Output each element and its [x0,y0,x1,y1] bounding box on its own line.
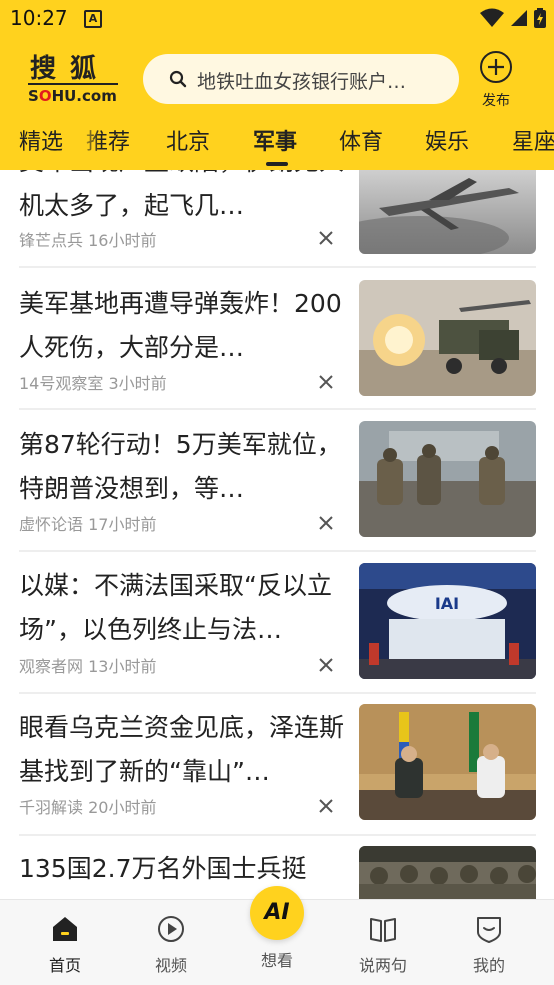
news-title[interactable]: 135国2.7万名外国士兵挺 [19,847,349,891]
news-time: 16小时前 [88,231,157,250]
news-time: 13小时前 [88,657,157,676]
nav-video[interactable]: 视频 [131,914,211,976]
tab-fade [76,118,100,168]
close-icon[interactable] [318,798,334,814]
news-source: 14号观察室 [19,374,104,393]
tab-featured[interactable]: 精选 [19,124,63,156]
news-meta: 锋芒点兵 16小时前 [19,227,156,251]
news-source: 观察者网 [19,657,84,676]
ai-button[interactable]: AI [250,886,304,940]
nav-want-label[interactable]: 想看 [237,947,317,971]
news-title[interactable]: 以媒：不满法国采取“反以立场”，以色列终止与法… [19,564,344,652]
search-icon [169,70,187,88]
ai-icon: AI [264,900,290,925]
shield-icon [477,917,501,943]
close-icon[interactable] [318,657,334,673]
news-source: 虚怀论语 [19,515,84,534]
news-time: 3小时前 [108,374,167,393]
news-item[interactable]: 第87轮行动！5万美军就位，特朗普没想到，等… 虚怀论语 17小时前 [0,410,554,550]
app-header: 10:27 A 搜狐 SOHU.com 地铁吐血女孩银行账户… 发布 精选 推荐… [0,0,554,170]
tab-horoscope[interactable]: 星座 [512,124,554,156]
news-source: 锋芒点兵 [19,231,84,250]
nav-label: 我的 [472,956,505,975]
status-time: 10:27 [10,6,68,30]
news-source: 千羽解读 [19,798,84,817]
close-icon[interactable] [318,230,334,246]
search-placeholder: 地铁吐血女孩银行账户… [197,71,407,93]
tab-sports[interactable]: 体育 [339,124,383,156]
nav-profile[interactable]: 我的 [449,914,529,976]
book-icon [370,918,396,942]
search-bar[interactable]: 地铁吐血女孩银行账户… [143,54,459,104]
signal-icon [511,10,527,26]
news-thumbnail[interactable] [359,846,536,900]
news-thumbnail[interactable] [359,280,536,396]
publish-button[interactable]: 发布 [476,50,516,110]
status-bar: 10:27 A [0,0,554,36]
news-thumbnail[interactable]: IAI [359,563,536,679]
close-icon[interactable] [318,515,334,531]
sohu-logo[interactable]: 搜狐 SOHU.com [28,55,118,105]
status-icons [480,8,546,28]
nav-label: 首页 [48,956,81,975]
battery-icon [534,8,546,28]
play-icon [158,916,184,942]
news-meta: 观察者网 13小时前 [19,653,156,677]
news-thumbnail[interactable] [359,704,536,820]
nav-label: 视频 [154,956,187,975]
logo-text-cn: 搜狐 [28,55,118,85]
news-meta: 14号观察室 3小时前 [19,370,167,394]
news-title[interactable]: 眼看乌克兰资金见底，泽连斯基找到了新的“靠山”… [19,706,344,794]
wifi-icon [480,8,504,27]
tab-military[interactable]: 军事 [253,124,297,156]
active-tab-indicator [266,162,288,166]
news-meta: 千羽解读 20小时前 [19,794,156,818]
news-item[interactable]: 美军基地再遭导弹轰炸！200人死伤，大部分是… 14号观察室 3小时前 [0,268,554,408]
news-item[interactable]: 眼看乌克兰资金见底，泽连斯基找到了新的“靠山”… 千羽解读 20小时前 [0,694,554,834]
news-meta: 虚怀论语 17小时前 [19,511,156,535]
nav-comment[interactable]: 说两句 [343,914,423,976]
plus-circle-icon [480,51,512,83]
nav-label: 说两句 [358,956,407,975]
notification-icon: A [84,10,102,28]
news-title[interactable]: 美军基地再遭导弹轰炸！200人死伤，大部分是… [19,282,344,370]
channel-tabs[interactable]: 精选 推荐 北京 军事 体育 娱乐 星座 [0,118,554,168]
news-time: 20小时前 [88,798,157,817]
close-icon[interactable] [318,374,334,390]
tab-beijing[interactable]: 北京 [166,124,210,156]
home-icon [53,917,77,941]
publish-label: 发布 [482,93,510,109]
news-item[interactable]: 以媒：不满法国采取“反以立场”，以色列终止与法… 观察者网 13小时前 IAI [0,552,554,692]
news-time: 17小时前 [88,515,157,534]
logo-text-en: SOHU.com [28,87,117,105]
news-title[interactable]: 第87轮行动！5万美军就位，特朗普没想到，等… [19,423,344,511]
nav-home[interactable]: 首页 [25,914,105,976]
svg-text:IAI: IAI [435,594,459,613]
news-thumbnail[interactable] [359,421,536,537]
tab-entertainment[interactable]: 娱乐 [425,124,469,156]
